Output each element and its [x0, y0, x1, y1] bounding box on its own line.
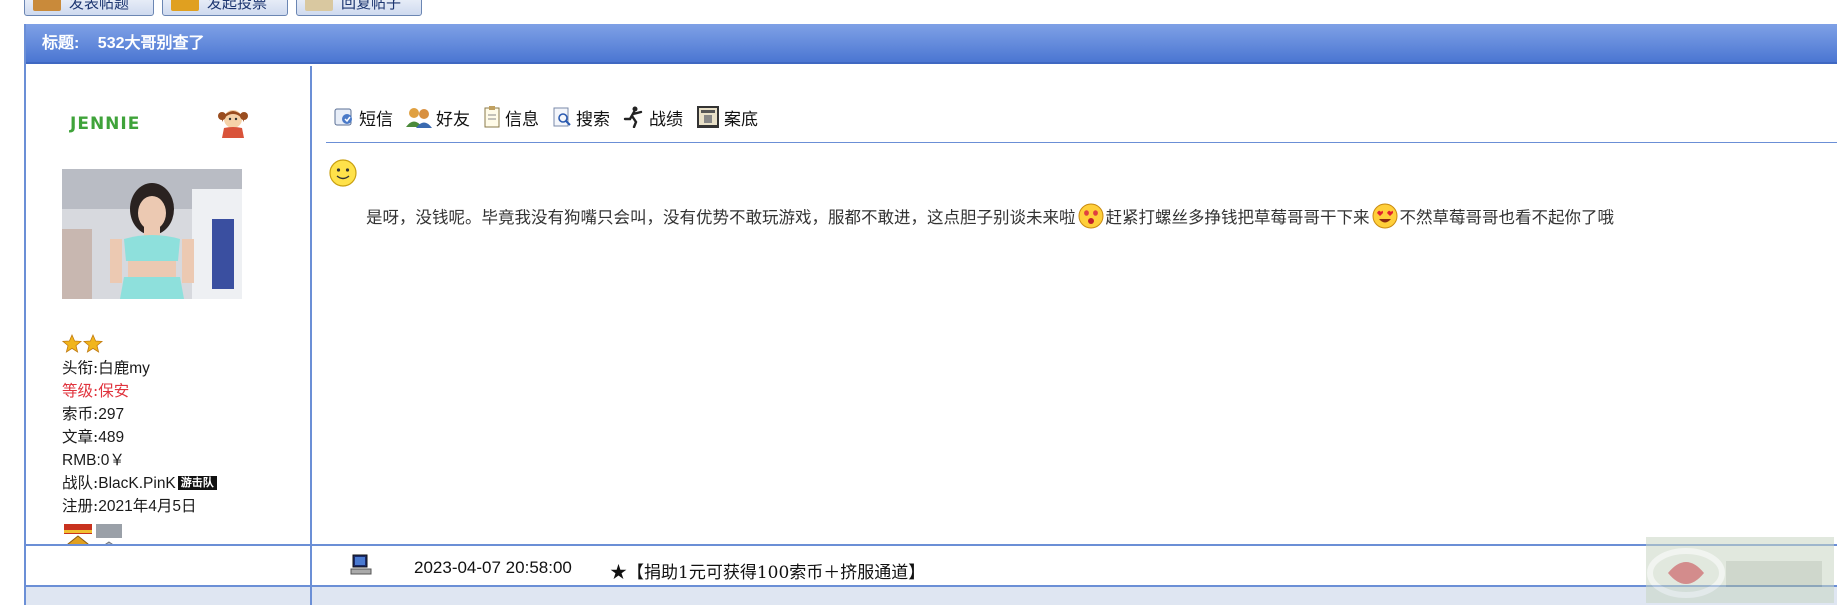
- user-coins-row: 索币:297: [62, 403, 124, 426]
- file-icon: [697, 106, 719, 128]
- user-level-label: 等级:: [62, 382, 99, 400]
- record-icon: [623, 106, 643, 128]
- user-articles-row: 文章:489: [62, 426, 124, 449]
- username[interactable]: JENNIE: [70, 114, 140, 134]
- user-title-label: 头衔:: [62, 359, 99, 377]
- record-button[interactable]: 战绩: [622, 105, 683, 130]
- message-label: 短信: [359, 109, 393, 129]
- user-level-value: 保安: [98, 382, 130, 400]
- file-button[interactable]: 案底: [695, 105, 758, 130]
- donate-link[interactable]: ★【捐助1元可获得100索币＋挤服通道】: [610, 558, 925, 583]
- friends-label: 好友: [436, 109, 470, 129]
- message-button[interactable]: 短信: [332, 105, 393, 130]
- post-timestamp: 2023-04-07 20:58:00: [414, 558, 572, 577]
- reply-icon: [305, 0, 333, 11]
- title-label: 标题:: [42, 35, 80, 52]
- post-toolbar: 短信 好友 信息 搜索 战绩 案底: [332, 104, 770, 130]
- toolbar-divider: [326, 142, 1837, 143]
- message-text-part1: 是呀，没钱呢。毕竟我没有狗嘴只会叫，没有优势不敢玩游戏，服都不敢进，这点胆子别谈…: [366, 208, 1076, 227]
- post-footer: [26, 544, 1837, 587]
- new-poll-icon: [171, 0, 199, 11]
- user-team-row: 战队:BlacK.PinK 游击队: [62, 472, 217, 495]
- new-topic-icon: [33, 0, 61, 11]
- user-team-value[interactable]: BlacK.PinK: [98, 475, 176, 492]
- message-text-part2: 赶紧打螺丝多挣钱把草莓哥哥干下来: [1105, 208, 1370, 227]
- rank-stars-icon: [62, 334, 104, 353]
- user-level-row: 等级:保安: [62, 380, 129, 403]
- info-label: 信息: [505, 109, 539, 129]
- user-reg-label: 注册:: [62, 497, 99, 515]
- message-icon: [334, 108, 352, 126]
- new-poll-button[interactable]: 发起投票: [162, 0, 288, 16]
- user-title-value: 白鹿my: [98, 360, 150, 377]
- new-poll-label: 发起投票: [207, 0, 268, 12]
- smiley-icon: [329, 159, 357, 187]
- record-label: 战绩: [649, 109, 683, 129]
- reply-button[interactable]: 回复帖子: [296, 0, 422, 16]
- user-reg-row: 注册:2021年4月5日: [62, 495, 196, 518]
- post-content-pane: 短信 好友 信息 搜索 战绩 案底 是呀，没钱呢。毕竟我没有狗嘴只会叫，没有优势…: [312, 66, 1837, 544]
- user-coins-value: 297: [98, 406, 125, 423]
- top-action-bar: 发表帖题 发起投票 回复帖子: [0, 0, 1837, 23]
- file-label: 案底: [724, 109, 758, 129]
- next-row-strip: [26, 587, 1837, 605]
- user-rmb-row: RMB:0￥: [62, 449, 125, 472]
- user-articles-value: 489: [98, 429, 125, 446]
- user-profile-pane: JENNIE 头衔:白鹿my 等级:保安 索币:297 文章:489 RMB:0…: [26, 66, 312, 544]
- search-button[interactable]: 搜索: [551, 105, 610, 130]
- next-row-left-cell: [26, 587, 312, 605]
- heart-eyes-emoji-icon: [1372, 203, 1397, 229]
- user-coins-label: 索币:: [62, 405, 99, 423]
- user-rmb-label: RMB:: [62, 452, 101, 469]
- friends-button[interactable]: 好友: [405, 105, 470, 130]
- new-topic-button[interactable]: 发表帖题: [24, 0, 154, 16]
- forum-post: 标题: 532大哥别查了 JENNIE 头衔:白鹿my 等级:保安 索币:297…: [24, 24, 1837, 605]
- female-avatar-icon: [218, 110, 248, 138]
- post-title: 532大哥别查了: [97, 35, 205, 52]
- site-watermark-logo: [1646, 537, 1834, 603]
- post-title-bar: 标题: 532大哥别查了: [26, 24, 1837, 64]
- computer-icon: [350, 554, 372, 575]
- info-button[interactable]: 信息: [482, 105, 539, 130]
- user-rmb-value: 0￥: [100, 452, 125, 469]
- user-reg-value: 2021年4月5日: [98, 498, 197, 515]
- user-avatar[interactable]: [62, 169, 242, 299]
- post-message: 是呀，没钱呢。毕竟我没有狗嘴只会叫，没有优势不敢玩游戏，服都不敢进，这点胆子别谈…: [366, 202, 1614, 231]
- footer-left-cell: [26, 546, 312, 585]
- message-text-part3: 不然草莓哥哥也看不起你了哦: [1399, 208, 1615, 227]
- info-icon: [484, 106, 500, 128]
- user-articles-label: 文章:: [62, 428, 99, 446]
- user-title-row: 头衔:白鹿my: [62, 357, 150, 380]
- reply-label: 回复帖子: [341, 0, 402, 12]
- friends-icon: [406, 108, 432, 128]
- search-icon: [553, 107, 571, 127]
- user-team-label: 战队:: [62, 474, 99, 492]
- new-topic-label: 发表帖题: [69, 0, 130, 12]
- kiss-emoji-icon: [1078, 203, 1103, 229]
- team-tag-badge: 游击队: [177, 476, 217, 490]
- search-label: 搜索: [576, 109, 610, 129]
